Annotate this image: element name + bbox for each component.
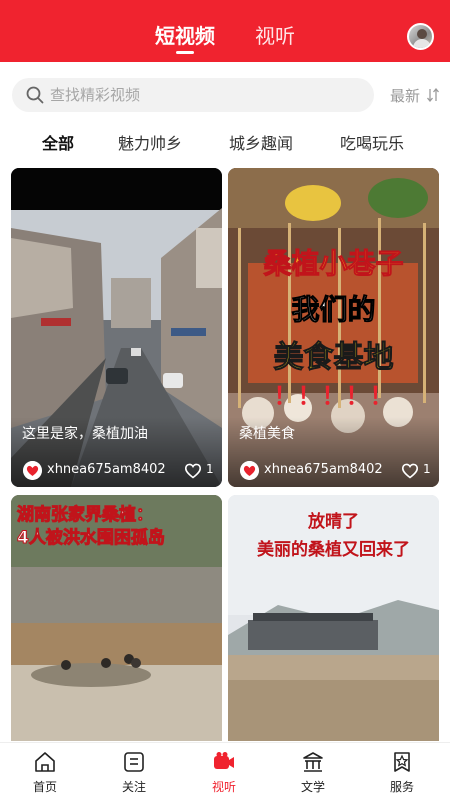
- nav-follow[interactable]: 关注: [99, 743, 169, 800]
- video-card[interactable]: 放晴了 美丽的桑植又回来了: [228, 495, 439, 741]
- heart-avatar-icon[interactable]: [240, 461, 259, 480]
- overlay-title-line: 美食基地: [273, 340, 394, 376]
- nav-audio-visual[interactable]: 视听: [189, 743, 259, 800]
- search-input[interactable]: [50, 84, 350, 106]
- sort-icon[interactable]: [427, 88, 439, 102]
- follow-icon: [124, 752, 144, 772]
- overlay-title-line: 湖南张家界桑植：: [17, 505, 154, 526]
- app-root: 短视频 视听 最新 全部 魅力帅乡 城乡趣闻 吃喝玩乐: [0, 0, 450, 800]
- avatar-head-shape: [417, 29, 427, 39]
- search-bar[interactable]: [12, 78, 374, 112]
- uploader-name[interactable]: xhnea675am8402: [47, 462, 166, 477]
- nav-label: 关注: [121, 780, 146, 794]
- video-card[interactable]: 湖南张家界桑植： 4人被洪水围困孤岛: [11, 495, 222, 741]
- video-card[interactable]: 桑植小巷子 我们的 美食基地 ！！！！！ 桑植美食 xhnea675am8402…: [228, 168, 439, 487]
- video-card[interactable]: 这里是家，桑植加油 xhnea675am8402 1: [11, 168, 222, 487]
- overlay-title-line: 我们的: [291, 293, 376, 327]
- home-icon: [35, 752, 55, 772]
- bottom-navigation: 首页 关注 视听 文学 服务: [0, 742, 450, 800]
- like-count: 1: [206, 462, 214, 476]
- tab-audio-visual[interactable]: 视听: [255, 20, 295, 49]
- user-avatar[interactable]: [407, 23, 434, 50]
- sort-latest-button[interactable]: 最新: [390, 85, 420, 106]
- video-icon: [214, 752, 234, 769]
- nav-label: 首页: [32, 780, 57, 794]
- search-icon: [26, 86, 44, 104]
- active-tab-indicator: [176, 51, 194, 54]
- nav-label: 文学: [300, 780, 325, 794]
- avatar-body-shape: [413, 39, 431, 48]
- overlay-title-line: ！！！！！: [273, 382, 394, 410]
- category-food-fun[interactable]: 吃喝玩乐: [340, 130, 404, 154]
- literature-icon: [303, 752, 323, 772]
- video-caption: 这里是家，桑植加油: [22, 426, 148, 442]
- nav-label: 视听: [211, 780, 236, 794]
- overlay-title-line: 桑植小巷子: [263, 247, 404, 281]
- overlay-title-line: 4人被洪水围困孤岛: [17, 528, 166, 549]
- like-heart-icon[interactable]: [401, 462, 419, 479]
- category-local-news[interactable]: 城乡趣闻: [229, 130, 293, 154]
- overlay-title-line: 放晴了: [308, 512, 359, 532]
- category-charm-hometown[interactable]: 魅力帅乡: [118, 130, 182, 154]
- card-footer: xhnea675am8402 1: [228, 457, 439, 487]
- service-icon: [394, 752, 410, 772]
- nav-label: 服务: [389, 780, 414, 794]
- like-count: 1: [423, 462, 431, 476]
- uploader-name[interactable]: xhnea675am8402: [264, 462, 383, 477]
- category-all[interactable]: 全部: [42, 130, 74, 154]
- nav-home[interactable]: 首页: [10, 743, 80, 800]
- top-header: 短视频 视听: [0, 0, 450, 62]
- nav-service[interactable]: 服务: [367, 743, 437, 800]
- tab-short-video[interactable]: 短视频: [155, 20, 215, 49]
- overlay-title-line: 美丽的桑植又回来了: [257, 540, 410, 560]
- video-caption: 桑植美食: [239, 426, 295, 442]
- nav-literature[interactable]: 文学: [278, 743, 348, 800]
- card-footer: xhnea675am8402 1: [11, 457, 222, 487]
- heart-avatar-icon[interactable]: [23, 461, 42, 480]
- like-heart-icon[interactable]: [184, 462, 202, 479]
